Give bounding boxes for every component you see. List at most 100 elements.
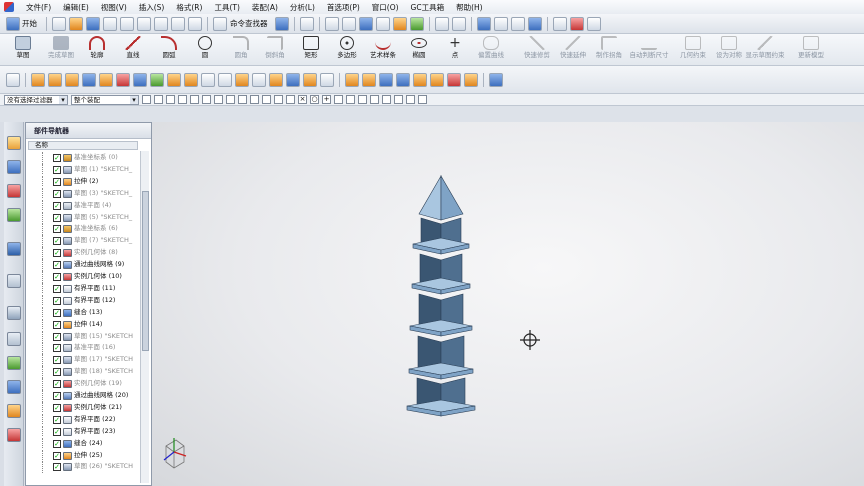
split-body-tool-icon[interactable] xyxy=(252,72,266,87)
palette-icon[interactable] xyxy=(7,404,21,418)
revolve-tool-icon[interactable] xyxy=(48,72,62,87)
tool-quick-trim[interactable]: 快速修剪 xyxy=(520,36,554,64)
visibility-checkbox[interactable]: ✓ xyxy=(53,177,61,186)
pocket-tool-icon[interactable] xyxy=(99,72,113,87)
snap-point-on-curve-icon[interactable] xyxy=(346,95,355,104)
feature-select-icon[interactable] xyxy=(250,95,259,104)
tree-row[interactable]: ✓ 有界平面 (11) xyxy=(26,282,140,295)
pagoda-model[interactable] xyxy=(406,174,476,417)
new-file-icon[interactable] xyxy=(52,16,66,31)
snap-endpoint-icon[interactable] xyxy=(262,95,271,104)
column-header-name[interactable]: 名称 xyxy=(28,141,138,150)
shell-tool-icon[interactable] xyxy=(201,72,215,87)
visibility-checkbox[interactable]: ✓ xyxy=(53,463,61,472)
visibility-checkbox[interactable]: ✓ xyxy=(53,368,61,377)
tree-row[interactable]: ✓ 实例几何体 (10) xyxy=(26,271,140,283)
start-button[interactable]: 开始 xyxy=(6,16,41,31)
analysis-icon[interactable] xyxy=(493,16,508,31)
sew-tool-icon[interactable] xyxy=(430,72,444,87)
web-browser-icon[interactable] xyxy=(7,242,21,256)
tree-row[interactable]: ✓ 草图 (15) "SKETCH xyxy=(26,330,140,342)
visibility-checkbox[interactable]: ✓ xyxy=(53,320,61,329)
snap-midpoint-icon[interactable] xyxy=(274,95,283,104)
snap-tangent-icon[interactable] xyxy=(394,95,403,104)
visibility-checkbox[interactable]: ✓ xyxy=(53,165,61,174)
visibility-checkbox[interactable]: ✓ xyxy=(53,225,61,234)
tree-row[interactable]: ✓ 草图 (3) "SKETCH_ xyxy=(26,187,140,200)
wcs-icon[interactable] xyxy=(299,16,314,31)
unite-tool-icon[interactable] xyxy=(116,72,130,87)
paste-icon[interactable] xyxy=(137,16,151,31)
graphics-window[interactable] xyxy=(152,122,864,486)
offset-face-tool-icon[interactable] xyxy=(320,72,334,87)
tool-spline[interactable]: 艺术样条 xyxy=(366,36,400,64)
select-all-icon[interactable] xyxy=(154,95,163,104)
tree-row[interactable]: ✓ 拉伸 (14) xyxy=(26,318,140,331)
intersect-tool-icon[interactable] xyxy=(150,72,164,87)
command-finder-icon[interactable] xyxy=(213,16,227,31)
visibility-checkbox[interactable]: ✓ xyxy=(53,344,61,353)
tree-row[interactable]: ✓ 草图 (17) "SKETCH xyxy=(26,354,140,366)
window-icon[interactable] xyxy=(434,16,449,31)
tool-line[interactable]: 直线 xyxy=(116,36,150,64)
command-finder-label[interactable]: 命令查找器 xyxy=(230,18,268,29)
ruled-tool-icon[interactable] xyxy=(396,72,410,87)
tree-row[interactable]: ✓ 实例几何体 (8) xyxy=(26,247,140,259)
visibility-checkbox[interactable]: ✓ xyxy=(53,332,61,341)
tool-polygon[interactable]: 多边形 xyxy=(330,36,364,64)
visibility-checkbox[interactable]: ✓ xyxy=(53,308,61,317)
patch-tool-icon[interactable] xyxy=(464,72,478,87)
paint-icon[interactable] xyxy=(392,16,407,31)
subtract-tool-icon[interactable] xyxy=(133,72,147,87)
view-cube-icon[interactable] xyxy=(274,16,289,31)
menu-assembly[interactable]: 装配(A) xyxy=(252,2,278,13)
tree-row[interactable]: ✓ 实例几何体 (19) xyxy=(26,378,140,390)
visibility-checkbox[interactable]: ✓ xyxy=(53,154,61,162)
thicken-tool-icon[interactable] xyxy=(303,72,317,87)
through-curves-tool-icon[interactable] xyxy=(345,72,359,87)
reuse-library-icon[interactable] xyxy=(7,208,21,222)
constraint-navigator-icon[interactable] xyxy=(7,160,21,174)
add-icon[interactable] xyxy=(6,72,20,87)
tool-profile[interactable]: 轮廓 xyxy=(80,36,114,64)
tree-row[interactable]: ✓ 基准坐标系 (6) xyxy=(26,223,140,235)
layout-icon[interactable] xyxy=(451,16,466,31)
snap-quadrant-icon[interactable]: + xyxy=(322,95,331,104)
tree-row[interactable]: ✓ 通过曲线网格 (20) xyxy=(26,390,140,402)
boss-tool-icon[interactable] xyxy=(82,72,96,87)
tree-row[interactable]: ✓ 草图 (5) "SKETCH_ xyxy=(26,211,140,223)
visibility-checkbox[interactable]: ✓ xyxy=(53,403,61,412)
tool-make-symmetric[interactable]: 设为对称 xyxy=(712,36,746,64)
copy-icon[interactable] xyxy=(120,16,134,31)
tool-make-corner[interactable]: 制作拐角 xyxy=(592,36,626,64)
tree-row[interactable]: ✓ 拉伸 (2) xyxy=(26,175,140,188)
tool-geometric-constraint[interactable]: 几何约束 xyxy=(676,36,710,64)
tool-fillet[interactable]: 圆角 xyxy=(224,36,258,64)
snap-existing-point-icon[interactable] xyxy=(334,95,343,104)
tool-sketch[interactable]: 草图 xyxy=(6,36,40,64)
tree-row[interactable]: ✓ 草图 (26) "SKETCH xyxy=(26,461,140,473)
tool-ellipse[interactable]: 椭圆 xyxy=(402,36,436,64)
tree-row[interactable]: ✓ 有界平面 (12) xyxy=(26,294,140,307)
sync-modeling-icon[interactable] xyxy=(489,72,503,87)
visibility-checkbox[interactable]: ✓ xyxy=(53,249,61,258)
process-studio-icon[interactable] xyxy=(7,356,21,370)
filter-icon[interactable] xyxy=(142,95,151,104)
snap-arc-center-icon[interactable]: ○ xyxy=(310,95,319,104)
select-lasso-icon[interactable] xyxy=(214,95,223,104)
extrude-tool-icon[interactable] xyxy=(31,72,45,87)
tree-row[interactable]: ✓ 缝合 (13) xyxy=(26,306,140,319)
swept-tool-icon[interactable] xyxy=(379,72,393,87)
visibility-checkbox[interactable]: ✓ xyxy=(53,237,61,246)
menu-tools[interactable]: 工具(T) xyxy=(214,2,239,13)
tree-row[interactable]: ✓ 基准平面 (4) xyxy=(26,199,140,212)
tree-row[interactable]: ✓ 基准坐标系 (0) xyxy=(26,152,140,164)
menu-file[interactable]: 文件(F) xyxy=(26,2,51,13)
visibility-checkbox[interactable]: ✓ xyxy=(53,273,61,281)
curve-mesh-tool-icon[interactable] xyxy=(362,72,376,87)
view-select-icon[interactable] xyxy=(226,95,235,104)
body-select-icon[interactable] xyxy=(238,95,247,104)
snap-ordinary-point-icon[interactable] xyxy=(382,95,391,104)
menu-edit[interactable]: 编辑(E) xyxy=(63,2,89,13)
assembly-navigator-icon[interactable] xyxy=(7,136,21,150)
